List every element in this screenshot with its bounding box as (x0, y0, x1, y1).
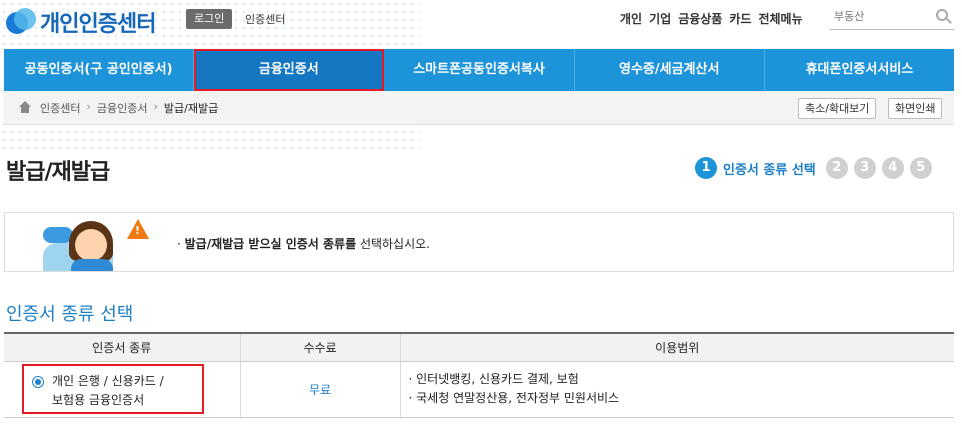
chevron-right-icon: › (86, 100, 91, 113)
nav-smartphone-copy[interactable]: 스마트폰공동인증서복사 (384, 49, 575, 91)
certificate-type-label: 개인 은행 / 신용카드 / 보험용 금융인증서 (52, 374, 164, 407)
notice-text-bold: 발급/재발급 받으실 인증서 종류를 (184, 237, 357, 251)
step-1: 1 (695, 157, 717, 179)
usage-cell: 인터넷뱅킹, 신용카드 결제, 보험 국세청 연말정산용, 전자정부 민원서비스 (400, 361, 955, 418)
breadcrumb-item[interactable]: 금융인증서 (97, 100, 148, 116)
topnav-card[interactable]: 카드 (729, 10, 751, 27)
home-icon[interactable] (18, 101, 32, 113)
certificate-type-table: 인증서 종류 수수료 이용범위 개인 은행 / 신용카드 / 보험용 금융인증서… (4, 332, 954, 418)
search-input[interactable] (830, 4, 930, 28)
search-icon[interactable] (936, 9, 948, 21)
column-header-fee: 수수료 (240, 332, 401, 362)
radio-button[interactable] (32, 376, 44, 388)
nav-receipt-tax-invoice[interactable]: 영수증/세금계산서 (575, 49, 765, 91)
breadcrumb-trail: 인증센터 › 금융인증서 › 발급/재발급 (40, 100, 218, 116)
notice-text-rest: 선택하십시오. (356, 237, 430, 251)
nav-financial-certificate[interactable]: 금융인증서 (194, 49, 385, 91)
main-nav: 공동인증서(구 공인인증서) 금융인증서 스마트폰공동인증서복사 영수증/세금계… (4, 49, 954, 91)
top-nav: 개인 기업 금융상품 카드 전체메뉴 (620, 10, 810, 27)
section-title: 인증서 종류 선택 (6, 304, 134, 325)
step-2: 2 (825, 157, 848, 179)
notice-text: · 발급/재발급 받으실 인증서 종류를 선택하십시오. (177, 237, 430, 251)
zoom-button[interactable]: 축소/확대보기 (798, 98, 877, 119)
topnav-financial-products[interactable]: 금융상품 (678, 10, 722, 27)
column-header-usage: 이용범위 (400, 332, 954, 362)
topnav-personal[interactable]: 개인 (620, 10, 642, 27)
logo-text: 개인인증센터 (40, 12, 156, 37)
login-button[interactable]: 로그인 (186, 9, 233, 29)
step-4: 4 (881, 157, 904, 179)
nav-joint-certificate[interactable]: 공동인증서(구 공인인증서) (4, 49, 195, 91)
notice-box: ! · 발급/재발급 받으실 인증서 종류를 선택하십시오. (4, 212, 954, 272)
topnav-all-menu[interactable]: 전체메뉴 (758, 10, 802, 27)
fee-cell: 무료 (240, 361, 401, 418)
breadcrumb-item[interactable]: 인증센터 (40, 100, 80, 116)
chevron-right-icon: › (153, 100, 158, 113)
step-5: 5 (909, 157, 932, 179)
print-button[interactable]: 화면인쇄 (888, 98, 943, 119)
usage-item: 인터넷뱅킹, 신용카드 결제, 보험 (409, 370, 955, 389)
logo[interactable]: 개인인증센터 (6, 6, 156, 38)
nav-mobile-certificate[interactable]: 휴대폰인증서서비스 (765, 49, 954, 91)
topnav-business[interactable]: 기업 (649, 10, 671, 27)
breadcrumb: 인증센터 › 금융인증서 › 발급/재발급 축소/확대보기 화면인쇄 (4, 91, 954, 125)
cert-center-link[interactable]: 인증센터 (245, 11, 285, 27)
table-row: 개인 은행 / 신용카드 / 보험용 금융인증서 무료 인터넷뱅킹, 신용카드 … (4, 361, 955, 418)
breadcrumb-current: 발급/재발급 (163, 102, 219, 115)
header: 개인인증센터 로그인 인증센터 개인 기업 금융상품 카드 전체메뉴 (0, 0, 962, 46)
guide-character-illustration: ! (43, 219, 153, 271)
usage-item: 국세청 연말정산용, 전자정부 민원서비스 (409, 389, 955, 408)
page-title: 발급/재발급 (6, 160, 110, 185)
certificate-type-option[interactable]: 개인 은행 / 신용카드 / 보험용 금융인증서 (22, 364, 204, 414)
step-3: 3 (853, 157, 876, 179)
logo-icon (6, 8, 36, 36)
step-current-label: 인증서 종류 선택 (723, 162, 816, 178)
step-indicator: 1 인증서 종류 선택 2 3 4 5 (695, 157, 938, 179)
column-header-type: 인증서 종류 (4, 332, 241, 362)
search-box (830, 4, 954, 30)
